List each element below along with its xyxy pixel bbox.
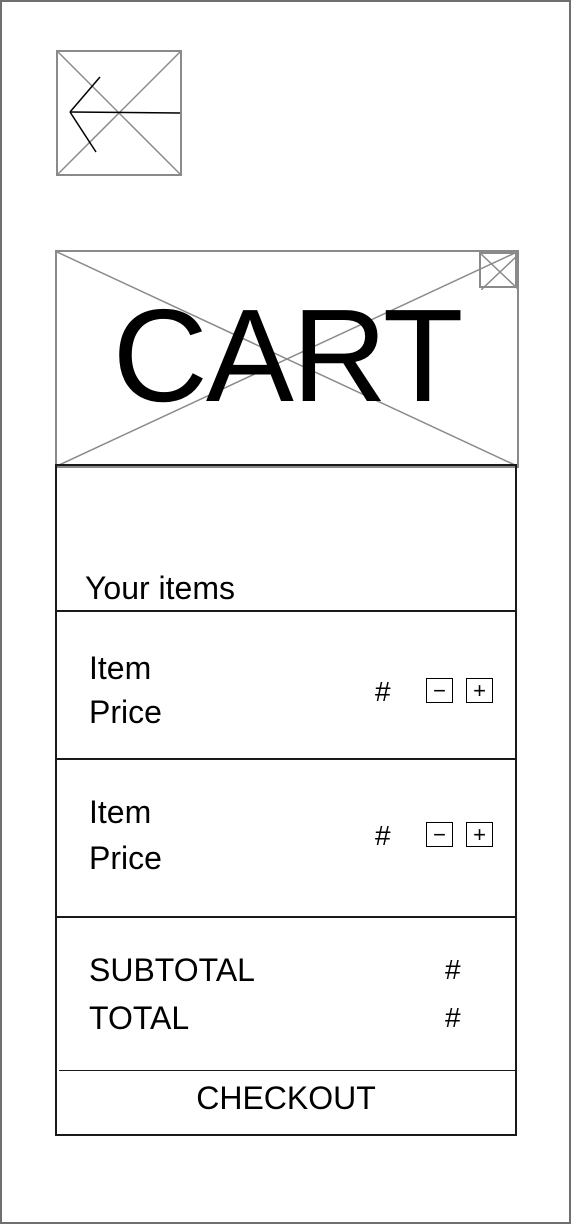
close-icon <box>481 254 519 290</box>
cart-header: CART <box>55 250 519 468</box>
close-button[interactable] <box>479 252 519 290</box>
item-name: Item <box>89 794 152 830</box>
checkout-button[interactable]: CHECKOUT <box>57 1080 515 1116</box>
increment-button[interactable]: + <box>466 822 493 847</box>
items-section: Your items <box>55 464 517 612</box>
list-item: Item Price # − + <box>55 610 517 760</box>
page-title: CART <box>112 282 464 429</box>
item-price: Price <box>89 694 162 730</box>
item-price: Price <box>89 840 162 876</box>
total-label: TOTAL <box>89 1000 190 1036</box>
total-value: # <box>445 1002 461 1033</box>
divider <box>59 1070 515 1071</box>
subtotal-value: # <box>445 954 461 985</box>
back-arrow-icon <box>58 52 180 174</box>
item-quantity: # <box>375 820 391 851</box>
increment-button[interactable]: + <box>466 678 493 703</box>
decrement-button[interactable]: − <box>426 678 453 703</box>
list-item: Item Price # − + <box>55 758 517 918</box>
item-name: Item <box>89 650 152 686</box>
decrement-button[interactable]: − <box>426 822 453 847</box>
item-quantity: # <box>375 676 391 707</box>
back-button[interactable] <box>56 50 182 176</box>
subtotal-label: SUBTOTAL <box>89 952 255 988</box>
order-summary: SUBTOTAL # TOTAL # CHECKOUT <box>55 916 517 1136</box>
phone-frame: CART Your items Item Price # − + Item Pr… <box>0 0 571 1224</box>
section-heading: Your items <box>85 570 235 606</box>
